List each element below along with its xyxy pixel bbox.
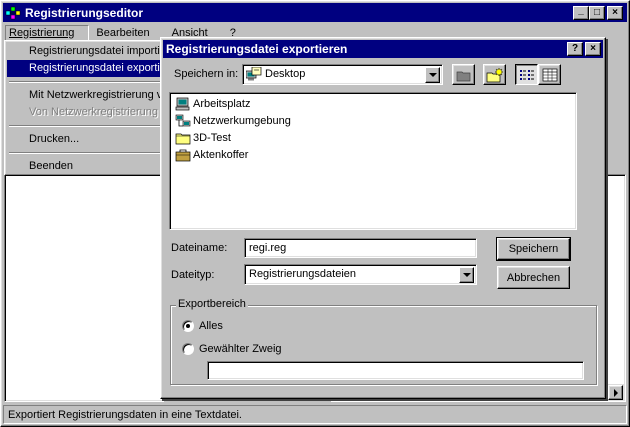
- save-button[interactable]: Speichern: [496, 237, 571, 261]
- save-in-label-text: Speichern in:: [174, 68, 239, 80]
- save-in-label: Speichern in:: [174, 68, 238, 80]
- new-folder-icon: [486, 67, 503, 82]
- radio-all-label-text: Alles: [199, 320, 223, 332]
- chevron-down-icon: [428, 73, 437, 77]
- briefcase-icon: [175, 149, 191, 161]
- save-in-value: Desktop: [265, 68, 306, 80]
- computer-icon: [175, 97, 190, 110]
- file-name: Arbeitsplatz: [193, 97, 251, 110]
- registry-editor-app-icon: [5, 6, 21, 19]
- maximize-button[interactable]: □: [589, 6, 605, 20]
- list-item[interactable]: Aktenkoffer: [172, 146, 574, 163]
- filetype-dropdown-button[interactable]: [459, 267, 474, 283]
- file-list[interactable]: Arbeitsplatz Netzwerkumgebung 3D-Test Ak…: [169, 92, 577, 230]
- details-view-icon: [542, 68, 557, 81]
- main-window-title: Registrierungseditor: [25, 5, 144, 20]
- filetype-value: Registrierungsdateien: [249, 268, 357, 280]
- chevron-down-icon: [462, 273, 471, 277]
- radio-selected-branch[interactable]: [182, 343, 194, 355]
- cancel-button[interactable]: Abbrechen: [497, 266, 570, 289]
- radio-selected-branch-label-text: Gewählter Zweig: [199, 343, 282, 355]
- registry-tree-pane[interactable]: [4, 174, 164, 402]
- network-icon: [175, 114, 191, 126]
- main-titlebar: Registrierungseditor: [3, 3, 627, 22]
- up-folder-icon: [456, 71, 470, 81]
- help-icon: ?: [571, 43, 579, 54]
- menu-item-print-label: Drucken...: [29, 133, 80, 145]
- filetype-label: Dateityp:: [171, 269, 214, 281]
- file-name: Netzwerkumgebung: [193, 114, 291, 127]
- filetype-label-text: Dateityp:: [171, 269, 215, 281]
- desktop-icon: [246, 67, 262, 81]
- menu-bearbeiten-label: Bearbeiten: [96, 26, 150, 39]
- close-icon: ×: [612, 7, 618, 18]
- branch-path-input[interactable]: [207, 361, 584, 380]
- list-item[interactable]: 3D-Test: [172, 129, 574, 146]
- statusbar: Exportiert Registrierungsdaten in eine T…: [3, 405, 627, 424]
- minimize-icon: _: [578, 5, 584, 16]
- new-folder-button[interactable]: [483, 64, 506, 85]
- radio-all[interactable]: [182, 320, 194, 332]
- radio-all-label[interactable]: Alles: [199, 320, 223, 332]
- scroll-right-icon: [613, 388, 618, 397]
- save-in-combobox[interactable]: Desktop: [242, 64, 443, 85]
- file-name: 3D-Test: [193, 131, 231, 144]
- list-item[interactable]: Arbeitsplatz: [172, 95, 574, 112]
- list-view-button[interactable]: [515, 64, 538, 85]
- menu-registrierung-label: Registrierung: [9, 26, 75, 39]
- scroll-right-button[interactable]: [608, 385, 623, 400]
- file-name: Aktenkoffer: [193, 148, 249, 161]
- dialog-title: Registrierungsdatei exportieren: [166, 42, 348, 56]
- minimize-button[interactable]: _: [573, 6, 589, 20]
- status-text: Exportiert Registrierungsdaten in eine T…: [8, 409, 242, 421]
- menu-item-exit-label: Beenden: [29, 160, 74, 172]
- details-view-button[interactable]: [538, 64, 561, 85]
- close-button[interactable]: ×: [607, 6, 623, 20]
- filetype-combobox[interactable]: Registrierungsdateien: [244, 264, 477, 285]
- folder-icon: [175, 133, 191, 144]
- menu-registrierung[interactable]: Registrierung: [5, 24, 90, 41]
- export-range-legend: Exportbereich: [176, 298, 248, 310]
- filename-label-text: Dateiname:: [171, 242, 228, 254]
- maximize-icon: □: [593, 7, 601, 18]
- close-icon: ×: [590, 43, 596, 54]
- filename-label: Dateiname:: [171, 242, 227, 254]
- filename-input[interactable]: regi.reg: [244, 238, 477, 258]
- dialog-close-button[interactable]: ×: [585, 42, 601, 56]
- cancel-button-label: Abbrechen: [506, 271, 561, 284]
- list-item[interactable]: Netzwerkumgebung: [172, 112, 574, 129]
- list-view-icon: [519, 69, 534, 80]
- save-button-label: Speichern: [508, 243, 559, 255]
- menu-bearbeiten[interactable]: Bearbeiten: [96, 27, 160, 39]
- radio-selected-branch-label[interactable]: Gewählter Zweig: [199, 343, 282, 355]
- export-range-legend-text: Exportbereich: [178, 298, 246, 310]
- up-one-level-button[interactable]: [452, 64, 475, 85]
- filename-value: regi.reg: [249, 242, 287, 254]
- dialog-help-button[interactable]: ?: [567, 42, 583, 56]
- save-in-dropdown-button[interactable]: [425, 67, 440, 83]
- radio-dot: [186, 324, 190, 328]
- dialog-titlebar: Registrierungsdatei exportieren: [163, 40, 603, 58]
